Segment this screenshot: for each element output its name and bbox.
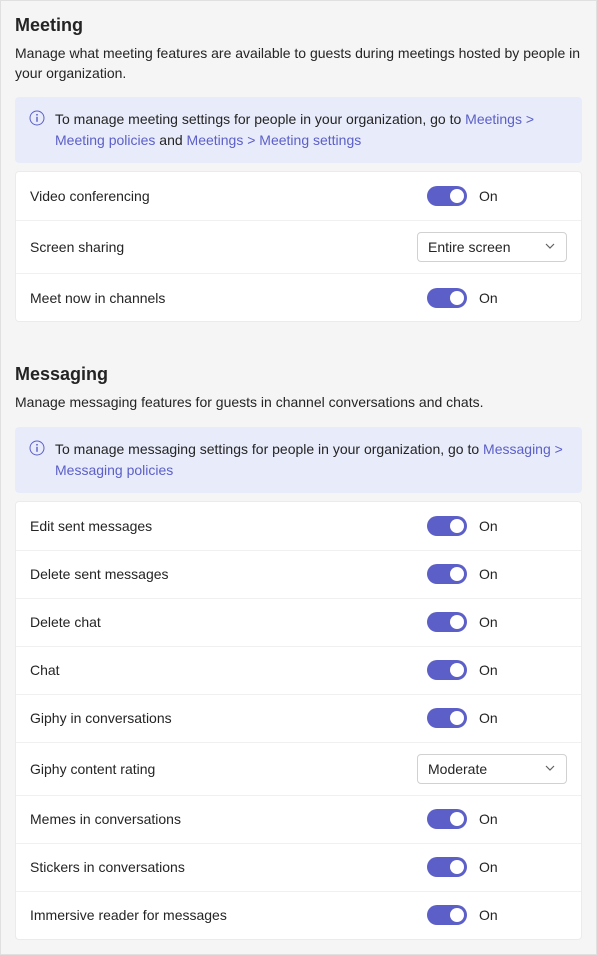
messaging-info-text: To manage messaging settings for people …: [55, 439, 568, 481]
delete-chat-state: On: [479, 614, 498, 630]
delete-sent-toggle[interactable]: [427, 564, 467, 584]
meeting-info-text: To manage meeting settings for people in…: [55, 109, 568, 151]
giphy-rating-row: Giphy content rating Moderate: [16, 742, 581, 795]
stickers-row: Stickers in conversations On: [16, 843, 581, 891]
immersive-reader-toggle[interactable]: [427, 905, 467, 925]
meeting-info-banner: To manage meeting settings for people in…: [15, 97, 582, 163]
giphy-rating-value: Moderate: [428, 761, 487, 777]
chat-state: On: [479, 662, 498, 678]
stickers-state: On: [479, 859, 498, 875]
giphy-toggle[interactable]: [427, 708, 467, 728]
memes-label: Memes in conversations: [30, 811, 427, 827]
meeting-settings-link[interactable]: Meetings > Meeting settings: [187, 132, 362, 148]
memes-toggle[interactable]: [427, 809, 467, 829]
chat-row: Chat On: [16, 646, 581, 694]
delete-sent-row: Delete sent messages On: [16, 550, 581, 598]
stickers-label: Stickers in conversations: [30, 859, 427, 875]
memes-state: On: [479, 811, 498, 827]
info-icon: [29, 440, 45, 459]
video-conferencing-row: Video conferencing On: [16, 172, 581, 220]
chevron-down-icon: [544, 761, 556, 777]
delete-chat-label: Delete chat: [30, 614, 427, 630]
giphy-rating-select[interactable]: Moderate: [417, 754, 567, 784]
delete-sent-state: On: [479, 566, 498, 582]
delete-sent-label: Delete sent messages: [30, 566, 427, 582]
messaging-section-title: Messaging: [15, 350, 582, 393]
info-icon: [29, 110, 45, 129]
chevron-down-icon: [544, 239, 556, 255]
edit-sent-row: Edit sent messages On: [16, 502, 581, 550]
meeting-section-desc: Manage what meeting features are availab…: [15, 44, 582, 97]
immersive-reader-label: Immersive reader for messages: [30, 907, 427, 923]
screen-sharing-select[interactable]: Entire screen: [417, 232, 567, 262]
immersive-reader-row: Immersive reader for messages On: [16, 891, 581, 939]
edit-sent-toggle[interactable]: [427, 516, 467, 536]
video-conferencing-toggle[interactable]: [427, 186, 467, 206]
chat-toggle[interactable]: [427, 660, 467, 680]
messaging-section-desc: Manage messaging features for guests in …: [15, 393, 582, 427]
video-conferencing-state: On: [479, 188, 498, 204]
immersive-reader-state: On: [479, 907, 498, 923]
messaging-info-banner: To manage messaging settings for people …: [15, 427, 582, 493]
screen-sharing-value: Entire screen: [428, 239, 510, 255]
meeting-settings-card: Video conferencing On Screen sharing Ent…: [15, 171, 582, 322]
screen-sharing-row: Screen sharing Entire screen: [16, 220, 581, 273]
meet-now-label: Meet now in channels: [30, 290, 427, 306]
giphy-rating-label: Giphy content rating: [30, 761, 417, 777]
edit-sent-label: Edit sent messages: [30, 518, 427, 534]
meeting-section-title: Meeting: [15, 1, 582, 44]
edit-sent-state: On: [479, 518, 498, 534]
memes-row: Memes in conversations On: [16, 795, 581, 843]
video-conferencing-label: Video conferencing: [30, 188, 427, 204]
stickers-toggle[interactable]: [427, 857, 467, 877]
delete-chat-row: Delete chat On: [16, 598, 581, 646]
chat-label: Chat: [30, 662, 427, 678]
delete-chat-toggle[interactable]: [427, 612, 467, 632]
messaging-settings-card: Edit sent messages On Delete sent messag…: [15, 501, 582, 940]
meet-now-row: Meet now in channels On: [16, 273, 581, 321]
screen-sharing-label: Screen sharing: [30, 239, 417, 255]
giphy-state: On: [479, 710, 498, 726]
meet-now-state: On: [479, 290, 498, 306]
giphy-label: Giphy in conversations: [30, 710, 427, 726]
meet-now-toggle[interactable]: [427, 288, 467, 308]
giphy-row: Giphy in conversations On: [16, 694, 581, 742]
